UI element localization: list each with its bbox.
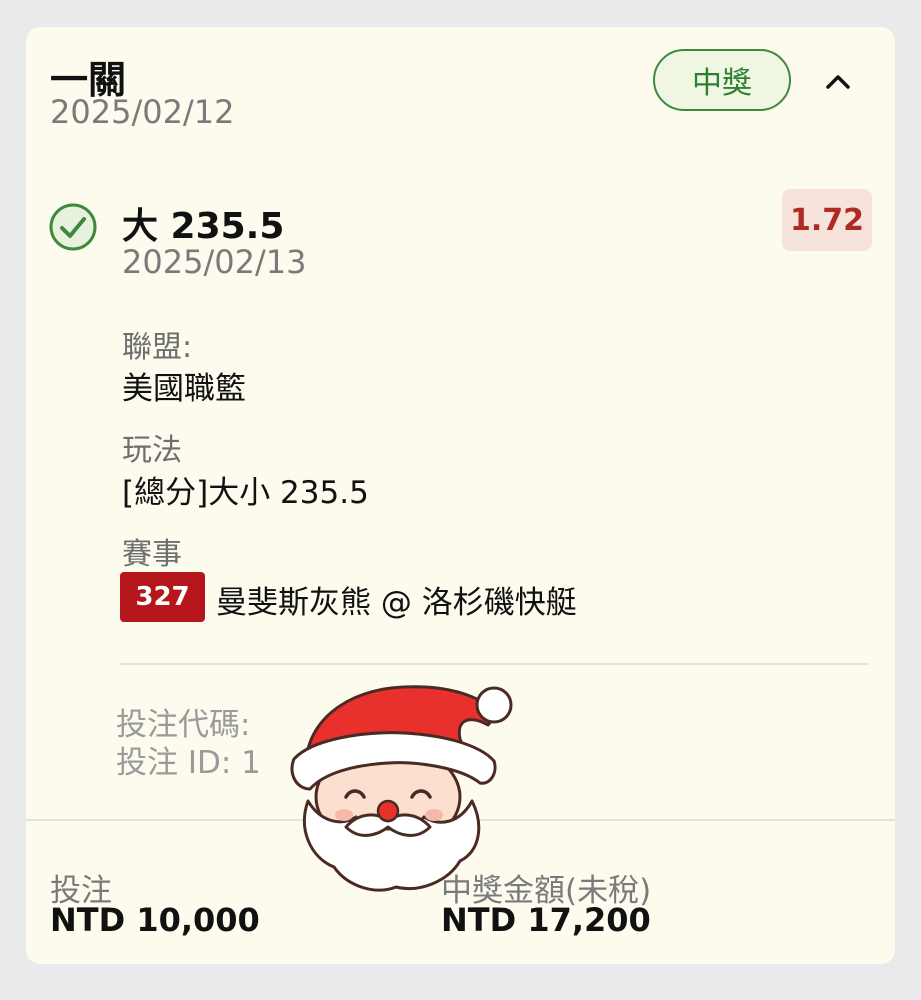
play-value: [總分]大小 235.5: [122, 475, 369, 511]
play-label: 玩法: [122, 433, 182, 468]
event-name: 曼斐斯灰熊 @ 洛杉磯快艇: [216, 585, 577, 621]
check-circle-icon: [49, 203, 97, 251]
bet-id-row: 投注 ID: 1: [116, 745, 261, 781]
event-number-badge: 327: [120, 572, 205, 622]
selection-date: 2025/02/13: [122, 243, 307, 281]
payout-value: NTD 17,200: [441, 901, 651, 939]
stake-value: NTD 10,000: [50, 901, 260, 939]
bet-date: 2025/02/12: [50, 93, 235, 131]
league-value: 美國職籃: [122, 371, 246, 407]
odds-badge: 1.72: [782, 189, 872, 251]
collapse-button[interactable]: [818, 63, 858, 99]
chevron-up-icon: [826, 75, 850, 89]
selection-title: 大 235.5: [122, 206, 285, 247]
santa-sticker: [290, 685, 513, 892]
bet-card: 一關 2025/02/12 中獎 大 235.5 2025/02/13 1.72…: [26, 27, 895, 964]
event-label: 賽事: [122, 537, 182, 572]
status-badge: 中獎: [653, 49, 791, 111]
league-label: 聯盟:: [122, 330, 193, 365]
